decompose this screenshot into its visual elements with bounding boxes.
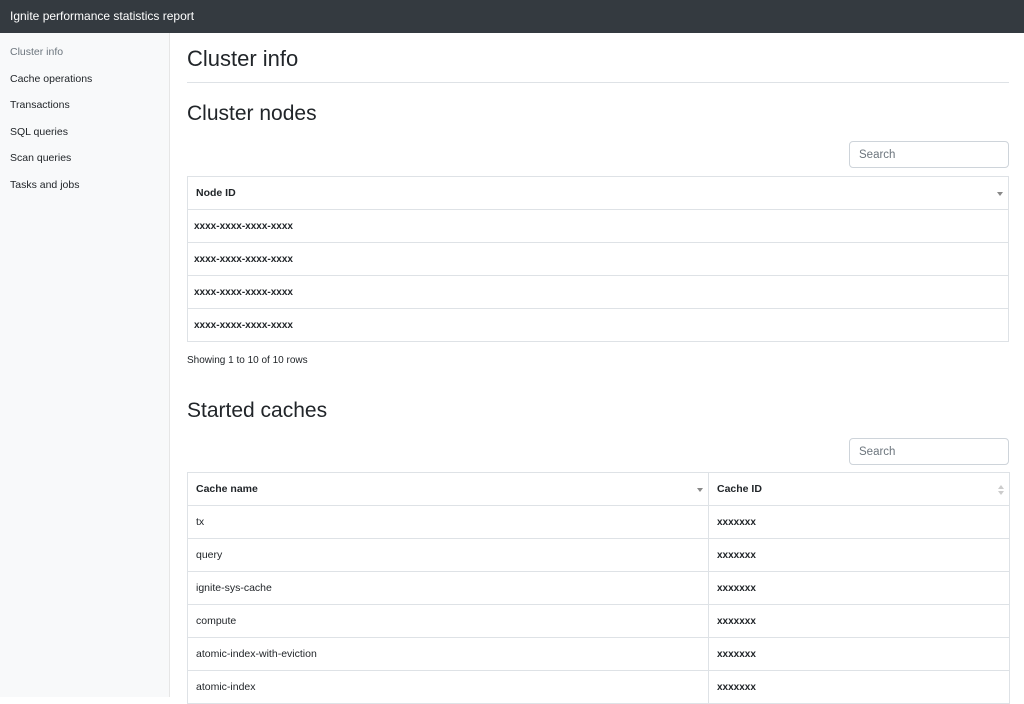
sidebar-item-cache-operations[interactable]: Cache operations — [10, 73, 92, 85]
cache-id-cell: xxxxxxx — [708, 604, 1010, 638]
pagination-info: Showing 1 to 10 of 10 rows — [187, 355, 308, 366]
cluster-nodes-table: Node ID xxxx-xxxx-xxxx-xxxx xxxx-xxxx-xx… — [187, 176, 1009, 342]
table-row: xxxx-xxxx-xxxx-xxxx — [187, 242, 1009, 276]
node-id-cell: xxxx-xxxx-xxxx-xxxx — [187, 209, 1009, 243]
column-header-node-id[interactable]: Node ID — [187, 176, 1009, 210]
node-id-cell: xxxx-xxxx-xxxx-xxxx — [187, 275, 1009, 309]
started-caches-table: Cache name Cache ID tx xxxxxxx query xxx… — [187, 472, 1010, 704]
page-title: Cluster info — [187, 46, 299, 71]
node-id-cell: xxxx-xxxx-xxxx-xxxx — [187, 242, 1009, 276]
sidebar: Cluster info Cache operations Transactio… — [0, 33, 170, 697]
table-row: query xxxxxxx — [187, 538, 1010, 572]
sidebar-item-tasks-and-jobs[interactable]: Tasks and jobs — [10, 179, 79, 191]
cache-name-cell: ignite-sys-cache — [187, 571, 709, 605]
sidebar-item-sql-queries[interactable]: SQL queries — [10, 126, 68, 138]
cache-name-cell: query — [187, 538, 709, 572]
cache-name-cell: compute — [187, 604, 709, 638]
table-row: atomic-index xxxxxxx — [187, 670, 1010, 704]
sidebar-item-transactions[interactable]: Transactions — [10, 99, 70, 111]
table-row: atomic-index-with-eviction xxxxxxx — [187, 637, 1010, 671]
table-row: compute xxxxxxx — [187, 604, 1010, 638]
sort-both-icon — [998, 485, 1004, 495]
cache-id-cell: xxxxxxx — [708, 538, 1010, 572]
table-row: xxxx-xxxx-xxxx-xxxx — [187, 209, 1009, 243]
cache-id-cell: xxxxxxx — [708, 637, 1010, 671]
cluster-nodes-heading: Cluster nodes — [187, 102, 317, 125]
column-header-cache-name[interactable]: Cache name — [187, 472, 709, 506]
top-navbar: Ignite performance statistics report — [0, 0, 1024, 33]
table-row: xxxx-xxxx-xxxx-xxxx — [187, 275, 1009, 309]
sidebar-item-scan-queries[interactable]: Scan queries — [10, 152, 71, 164]
cache-id-cell: xxxxxxx — [708, 670, 1010, 704]
started-caches-heading: Started caches — [187, 399, 328, 422]
table-row: tx xxxxxxx — [187, 505, 1010, 539]
title-divider — [187, 82, 1009, 83]
sort-desc-icon — [997, 192, 1003, 196]
cache-id-cell: xxxxxxx — [708, 571, 1010, 605]
table-row: ignite-sys-cache xxxxxxx — [187, 571, 1010, 605]
sort-desc-icon — [697, 488, 703, 492]
cache-name-cell: tx — [187, 505, 709, 539]
cluster-nodes-search-input[interactable] — [849, 141, 1009, 168]
app-title[interactable]: Ignite performance statistics report — [10, 9, 194, 23]
cache-name-cell: atomic-index-with-eviction — [187, 637, 709, 671]
cache-id-cell: xxxxxxx — [708, 505, 1010, 539]
node-id-cell: xxxx-xxxx-xxxx-xxxx — [187, 308, 1009, 342]
started-caches-search-input[interactable] — [849, 438, 1009, 465]
sidebar-item-cluster-info[interactable]: Cluster info — [10, 46, 63, 58]
table-row: xxxx-xxxx-xxxx-xxxx — [187, 308, 1009, 342]
main-content: Cluster info Cluster nodes Node ID xxxx-… — [187, 33, 1010, 704]
column-header-cache-id[interactable]: Cache ID — [708, 472, 1010, 506]
cache-name-cell: atomic-index — [187, 670, 709, 704]
